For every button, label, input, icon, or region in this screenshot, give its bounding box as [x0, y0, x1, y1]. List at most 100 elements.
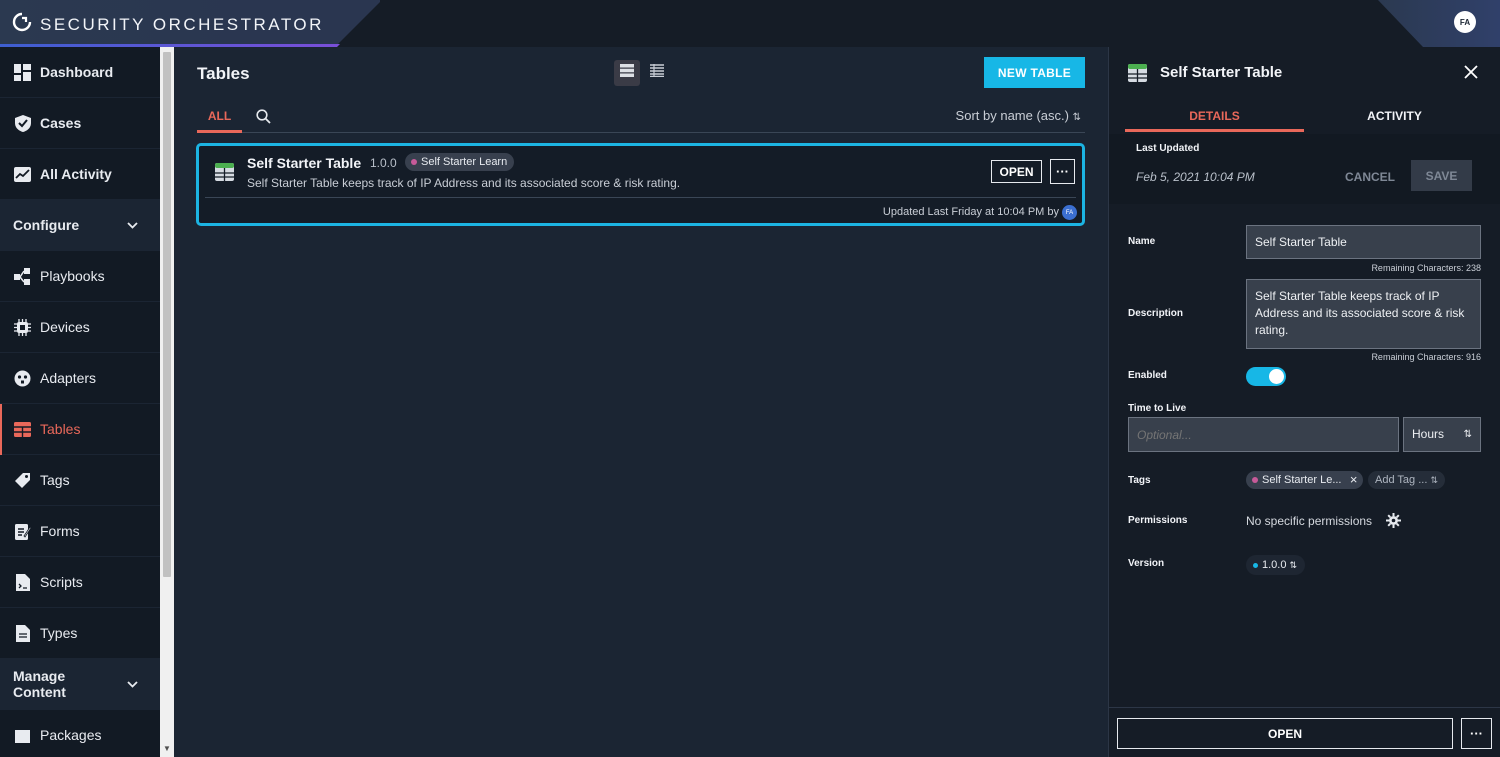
- version-label: Version: [1128, 558, 1165, 569]
- card-view-button[interactable]: [614, 60, 640, 86]
- sidebar-item-label: Scripts: [40, 574, 83, 590]
- ttl-unit-select[interactable]: Hours ⇅: [1403, 417, 1481, 452]
- package-icon: [14, 727, 31, 744]
- sidebar-item-label: Adapters: [40, 370, 97, 386]
- select-arrows-icon: ⇅: [1430, 475, 1438, 485]
- last-updated-label: Last Updated: [1136, 143, 1200, 154]
- tag-chip[interactable]: Self Starter Le... ×: [1246, 471, 1364, 489]
- playbook-flow-icon: [14, 267, 31, 285]
- sidebar-item-label: Tags: [40, 472, 70, 488]
- sidebar-item-adapters[interactable]: Adapters: [0, 353, 160, 404]
- table-card[interactable]: Self Starter Table 1.0.0 Self Starter Le…: [196, 143, 1085, 226]
- table-green-icon: [215, 163, 234, 186]
- sidebar-item-label: Packages: [40, 727, 102, 743]
- cancel-button[interactable]: CANCEL: [1345, 170, 1395, 184]
- brand[interactable]: SECURITY ORCHESTRATOR: [12, 12, 324, 37]
- gear-icon[interactable]: [1386, 513, 1401, 533]
- sidebar-item-label: Devices: [40, 319, 90, 335]
- new-table-button[interactable]: NEW TABLE: [984, 57, 1085, 88]
- user-plate: [1378, 0, 1500, 47]
- ttl-unit-value: Hours: [1412, 427, 1445, 441]
- card-more-button[interactable]: ···: [1050, 159, 1075, 184]
- orchestrator-logo-icon: [12, 12, 32, 37]
- panel-open-button[interactable]: OPEN: [1117, 718, 1453, 749]
- type-file-icon: [14, 624, 31, 642]
- sidebar: Dashboard Cases All Activity Configure P…: [0, 47, 160, 757]
- card-version: 1.0.0: [370, 156, 397, 170]
- add-tag-label: Add Tag ...: [1375, 474, 1428, 486]
- sidebar-item-tables[interactable]: Tables: [0, 404, 160, 455]
- sidebar-item-playbooks[interactable]: Playbooks: [0, 251, 160, 302]
- sidebar-item-all-activity[interactable]: All Activity: [0, 149, 160, 200]
- sidebar-section-label: Manage Content: [13, 668, 66, 700]
- panel-footer: OPEN ···: [1109, 707, 1500, 757]
- sidebar-item-label: Types: [40, 625, 78, 641]
- close-icon[interactable]: [1464, 62, 1478, 85]
- card-title[interactable]: Self Starter Table: [247, 155, 361, 171]
- sidebar-item-packages[interactable]: Packages: [0, 710, 160, 757]
- version-value: 1.0.0: [1262, 559, 1287, 571]
- sidebar-item-label: Playbooks: [40, 268, 105, 284]
- sidebar-section-configure[interactable]: Configure: [0, 200, 160, 251]
- sidebar-item-label: Forms: [40, 523, 80, 539]
- sidebar-item-types[interactable]: Types: [0, 608, 160, 659]
- sort-arrows-icon: ⇅: [1072, 112, 1081, 123]
- sort-dropdown[interactable]: Sort by name (asc.) ⇅: [956, 108, 1081, 123]
- enabled-toggle[interactable]: [1246, 367, 1286, 386]
- chevron-down-icon: [127, 218, 138, 232]
- panel-tabs: DETAILS ACTIVITY: [1125, 105, 1485, 132]
- permissions-value: No specific permissions: [1246, 514, 1373, 528]
- add-tag-dropdown[interactable]: Add Tag ... ⇅: [1368, 471, 1445, 489]
- sidebar-item-tags[interactable]: Tags: [0, 455, 160, 506]
- table-view-button[interactable]: [644, 60, 670, 86]
- details-panel: Self Starter Table DETAILS ACTIVITY Last…: [1108, 47, 1500, 757]
- sidebar-item-forms[interactable]: Forms: [0, 506, 160, 557]
- sidebar-section-manage-content[interactable]: Manage Content: [0, 659, 160, 710]
- table-list-icon: [650, 64, 664, 82]
- description-field[interactable]: Self Starter Table keeps track of IP Add…: [1246, 279, 1481, 349]
- name-remaining: Remaining Characters: 238: [1371, 263, 1481, 273]
- sort-label: Sort by name (asc.): [955, 108, 1069, 123]
- select-arrows-icon: ⇅: [1289, 560, 1298, 570]
- permissions-label: Permissions: [1128, 515, 1188, 526]
- sidebar-item-label: Tables: [40, 421, 81, 437]
- name-field[interactable]: Self Starter Table: [1246, 225, 1481, 259]
- tab-activity[interactable]: ACTIVITY: [1305, 105, 1484, 132]
- version-select[interactable]: 1.0.0 ⇅: [1246, 555, 1306, 575]
- card-list-icon: [620, 64, 634, 82]
- shield-check-icon: [14, 114, 31, 132]
- scroll-down-arrow-icon[interactable]: ▼: [163, 744, 171, 753]
- filter-row: ALL Sort by name (asc.) ⇅: [197, 105, 1085, 133]
- tab-details[interactable]: DETAILS: [1125, 105, 1304, 132]
- card-avatar: FA: [1062, 205, 1077, 220]
- top-bar: SECURITY ORCHESTRATOR FA: [0, 0, 1500, 47]
- save-button[interactable]: SAVE: [1411, 160, 1472, 191]
- tag-icon: [14, 472, 31, 489]
- sidebar-item-scripts[interactable]: Scripts: [0, 557, 160, 608]
- sidebar-item-dashboard[interactable]: Dashboard: [0, 47, 160, 98]
- page-title: Tables: [197, 64, 250, 83]
- user-avatar[interactable]: FA: [1454, 11, 1476, 33]
- card-open-button[interactable]: OPEN: [991, 160, 1042, 183]
- sidebar-item-cases[interactable]: Cases: [0, 98, 160, 149]
- tab-all[interactable]: ALL: [197, 105, 242, 133]
- sidebar-scroll-thumb[interactable]: [163, 52, 171, 577]
- enabled-label: Enabled: [1128, 370, 1167, 381]
- select-arrows-icon: ⇅: [1463, 429, 1472, 440]
- table-green-icon: [1128, 64, 1147, 87]
- brand-name: SECURITY ORCHESTRATOR: [40, 14, 324, 34]
- panel-meta: Last Updated Feb 5, 2021 10:04 PM CANCEL…: [1109, 134, 1500, 204]
- sidebar-item-devices[interactable]: Devices: [0, 302, 160, 353]
- plug-icon: [14, 370, 31, 387]
- tags-label: Tags: [1128, 475, 1151, 486]
- ttl-label: Time to Live: [1128, 403, 1187, 414]
- chip-icon: [14, 318, 31, 336]
- card-tag[interactable]: Self Starter Learn: [405, 153, 515, 171]
- table-icon: [14, 421, 31, 438]
- last-updated-value: Feb 5, 2021 10:04 PM: [1136, 170, 1255, 184]
- remove-tag-icon[interactable]: ×: [1350, 471, 1358, 489]
- ttl-input[interactable]: [1128, 417, 1399, 452]
- panel-more-button[interactable]: ···: [1461, 718, 1492, 749]
- search-icon[interactable]: [256, 109, 271, 129]
- main-content: Tables NEW TABLE ALL Sort by name (asc.)…: [174, 47, 1108, 757]
